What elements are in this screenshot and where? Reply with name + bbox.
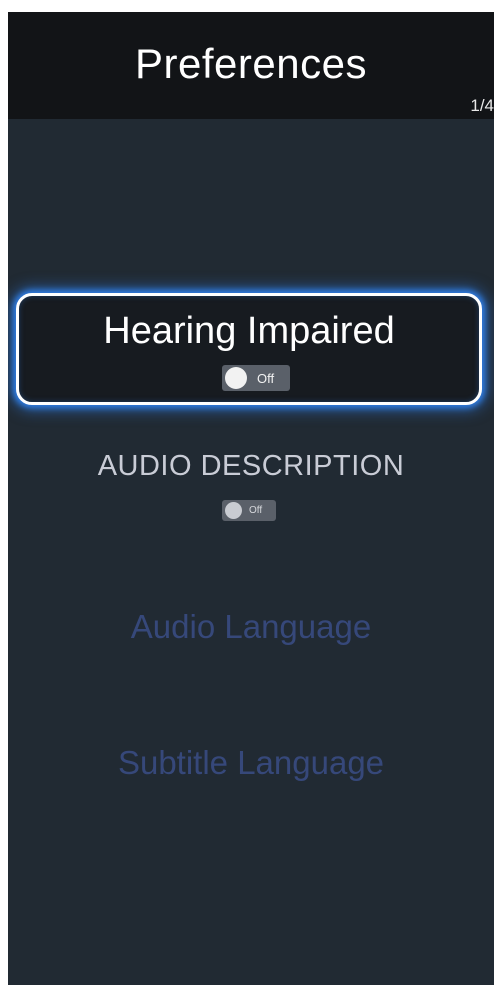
audio-description-label: AUDIO DESCRIPTION bbox=[97, 450, 405, 482]
hearing-impaired-toggle[interactable]: Off bbox=[222, 365, 290, 391]
hearing-impaired-label: Hearing Impaired bbox=[103, 310, 395, 352]
page-indicator: 1/4 bbox=[470, 96, 494, 115]
toggle-state-label: Off bbox=[249, 505, 263, 516]
toggle-knob bbox=[225, 367, 247, 389]
menu-item-audio-language[interactable]: Audio Language bbox=[8, 608, 494, 646]
audio-description-toggle[interactable]: Off bbox=[222, 500, 276, 521]
toggle-state-label: Off bbox=[257, 370, 275, 386]
menu-item-subtitle-language[interactable]: Subtitle Language bbox=[8, 744, 494, 782]
toggle-knob bbox=[225, 502, 242, 519]
menu-item-audio-description[interactable]: AUDIO DESCRIPTION Off bbox=[8, 450, 494, 530]
header-bar: Preferences 1/4 bbox=[8, 12, 494, 119]
preferences-screen: Preferences 1/4 Hearing Impaired Off AUD… bbox=[8, 12, 494, 985]
page-title: Preferences bbox=[135, 40, 367, 87]
menu-item-hearing-impaired[interactable]: Hearing Impaired Off bbox=[16, 293, 482, 405]
